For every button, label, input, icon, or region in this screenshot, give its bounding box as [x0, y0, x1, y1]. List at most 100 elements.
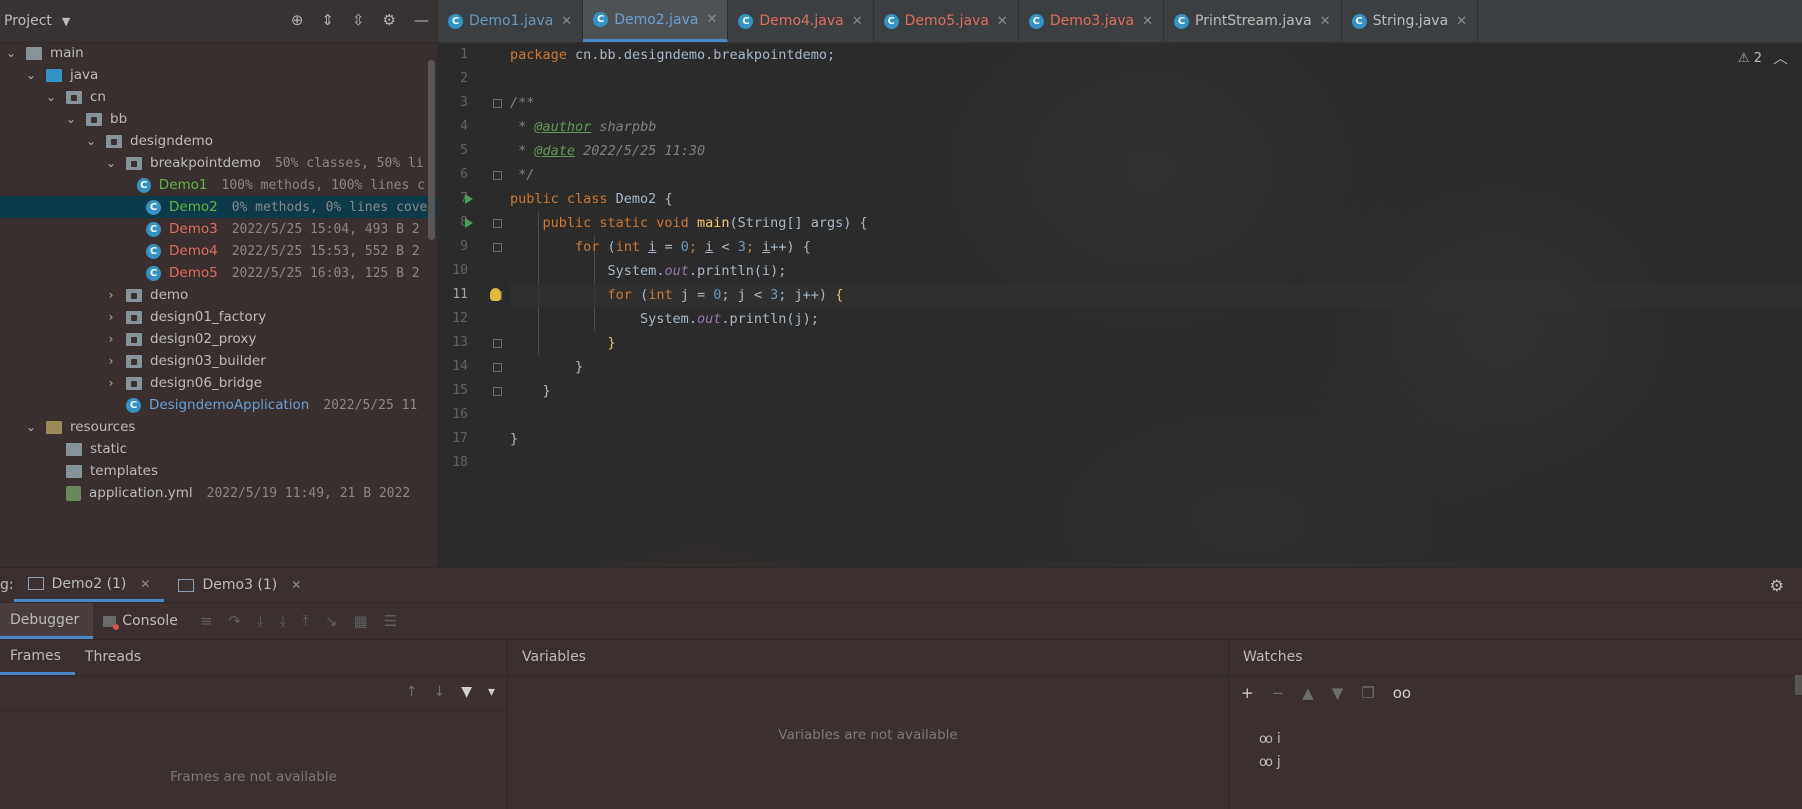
close-icon[interactable]: ✕: [997, 14, 1008, 29]
tab-demo2-java[interactable]: C Demo2.java ✕: [583, 0, 729, 42]
move-up-icon[interactable]: ▲: [1302, 684, 1314, 702]
tree-item-java[interactable]: ⌄ java: [0, 64, 425, 86]
close-icon[interactable]: ✕: [1142, 14, 1153, 29]
chevron-right-icon[interactable]: ›: [104, 332, 118, 346]
step-into-icon[interactable]: ⤓: [257, 612, 264, 630]
locate-icon[interactable]: ⊕: [291, 11, 304, 29]
step-over-icon[interactable]: ↷: [228, 612, 241, 630]
filter-icon[interactable]: ▼: [461, 684, 472, 700]
fold-marker-icon[interactable]: [493, 243, 502, 252]
tree-item-demo[interactable]: › demo: [0, 284, 425, 306]
tree-item-demo3[interactable]: C Demo3 2022/5/25 15:04, 493 B 2: [0, 218, 425, 240]
arrow-up-icon[interactable]: ↑: [406, 684, 418, 700]
project-title[interactable]: Project: [4, 13, 52, 29]
tree-item-static[interactable]: static: [0, 438, 425, 460]
code-editor[interactable]: ⚠ 2 ︿ 1 2 3 4 5 6 7 8 9 10 11 12 13 14 15 16 17 18 packag…: [438, 43, 1802, 563]
debug-session-tab[interactable]: Demo2 (1) ✕: [13, 568, 165, 602]
watch-item[interactable]: oo j: [1259, 750, 1281, 774]
arrow-down-icon[interactable]: ↓: [433, 684, 445, 700]
tree-item-designdemoapplication[interactable]: C DesigndemoApplication 2022/5/25 11: [0, 394, 425, 416]
tree-item-main[interactable]: ⌄ main: [0, 42, 425, 64]
fold-marker-icon[interactable]: [493, 171, 502, 180]
chevron-down-icon[interactable]: ⌄: [104, 156, 118, 170]
minimize-icon[interactable]: —: [414, 11, 429, 29]
tree-item-design02-proxy[interactable]: › design02_proxy: [0, 328, 425, 350]
chevron-down-icon[interactable]: ⌄: [24, 68, 38, 82]
watch-item[interactable]: oo i: [1259, 727, 1281, 751]
tree-item-design03-builder[interactable]: › design03_builder: [0, 350, 425, 372]
tree-scrollbar[interactable]: [428, 60, 435, 240]
menu-icon[interactable]: ≡: [200, 612, 213, 630]
tab-demo1-java[interactable]: C Demo1.java ✕: [438, 0, 584, 42]
close-icon[interactable]: ✕: [707, 12, 718, 27]
line-number[interactable]: 9: [460, 235, 468, 259]
close-icon[interactable]: ✕: [852, 14, 863, 29]
tab-demo3-java[interactable]: C Demo3.java ✕: [1019, 0, 1165, 42]
line-number[interactable]: 14: [452, 355, 468, 379]
close-icon[interactable]: ✕: [1456, 14, 1467, 29]
fold-marker-icon[interactable]: [493, 339, 502, 348]
chevron-down-icon[interactable]: ⌄: [44, 90, 58, 104]
line-number[interactable]: 16: [452, 403, 468, 427]
line-number[interactable]: 5: [460, 139, 468, 163]
line-number[interactable]: 13: [452, 331, 468, 355]
tree-item-demo5[interactable]: C Demo5 2022/5/25 16:03, 125 B 2: [0, 262, 425, 284]
tree-item-demo4[interactable]: C Demo4 2022/5/25 15:53, 552 B 2: [0, 240, 425, 262]
line-number[interactable]: 15: [452, 379, 468, 403]
chevron-down-icon[interactable]: ⌄: [84, 134, 98, 148]
chevron-right-icon[interactable]: ›: [104, 288, 118, 302]
tab-threads[interactable]: Threads: [75, 639, 155, 675]
line-number[interactable]: 6: [460, 163, 468, 187]
close-icon[interactable]: ✕: [561, 14, 572, 29]
close-icon[interactable]: ✕: [140, 577, 150, 591]
chevron-down-icon[interactable]: ▾: [488, 684, 495, 700]
close-icon[interactable]: ✕: [1320, 14, 1331, 29]
chevron-down-icon[interactable]: ▼: [62, 15, 70, 28]
close-icon[interactable]: ✕: [291, 578, 301, 592]
tree-item-designdemo[interactable]: ⌄ designdemo: [0, 130, 425, 152]
trace-icon[interactable]: ☰: [384, 612, 397, 630]
tree-item-application-yml[interactable]: application.yml 2022/5/19 11:49, 21 B 202…: [0, 482, 425, 504]
debug-session-tab[interactable]: Demo3 (1) ✕: [164, 568, 315, 602]
fold-marker-icon[interactable]: [493, 363, 502, 372]
line-number[interactable]: 18: [452, 451, 468, 475]
lightbulb-icon[interactable]: [490, 288, 501, 301]
chevron-down-icon[interactable]: ⌄: [24, 420, 38, 434]
line-number[interactable]: 1: [460, 43, 468, 67]
line-number[interactable]: 3: [460, 91, 468, 115]
tab-debugger[interactable]: Debugger: [0, 603, 94, 639]
chevron-down-icon[interactable]: ⌄: [64, 112, 78, 126]
gear-icon[interactable]: ⚙: [383, 11, 396, 29]
glasses-icon[interactable]: oo: [1393, 684, 1411, 702]
duplicate-icon[interactable]: ❐: [1361, 684, 1374, 702]
tree-item-design06-bridge[interactable]: › design06_bridge: [0, 372, 425, 394]
watches-scrollbar[interactable]: [1795, 675, 1802, 695]
tree-item-bb[interactable]: ⌄ bb: [0, 108, 425, 130]
fold-marker-icon[interactable]: [493, 219, 502, 228]
collapse-all-icon[interactable]: ⇳: [352, 11, 365, 29]
code-area[interactable]: package cn.bb.designdemo.breakpointdemo;…: [490, 43, 1802, 563]
run-to-cursor-icon[interactable]: ↘: [325, 612, 338, 630]
chevron-right-icon[interactable]: ›: [104, 376, 118, 390]
gear-icon[interactable]: ⚙: [1770, 576, 1784, 595]
line-number[interactable]: 10: [452, 259, 468, 283]
add-watch-icon[interactable]: +: [1241, 684, 1254, 702]
run-gutter-icon[interactable]: [465, 218, 473, 228]
line-number[interactable]: 4: [460, 115, 468, 139]
line-number[interactable]: 11: [452, 283, 468, 307]
tree-item-demo1[interactable]: C Demo1 100% methods, 100% lines c: [0, 174, 425, 196]
tree-item-design01-factory[interactable]: › design01_factory: [0, 306, 425, 328]
tab-string-java[interactable]: C String.java ✕: [1342, 0, 1479, 42]
move-down-icon[interactable]: ▼: [1332, 684, 1344, 702]
tab-demo4-java[interactable]: C Demo4.java ✕: [728, 0, 874, 42]
tab-frames[interactable]: Frames: [0, 639, 75, 675]
evaluate-icon[interactable]: ▦: [354, 612, 368, 630]
fold-marker-icon[interactable]: [493, 387, 502, 396]
chevron-right-icon[interactable]: ›: [104, 310, 118, 324]
tab-printstream-java[interactable]: C PrintStream.java ✕: [1164, 0, 1342, 42]
tree-item-cn[interactable]: ⌄ cn: [0, 86, 425, 108]
tree-item-templates[interactable]: templates: [0, 460, 425, 482]
fold-marker-icon[interactable]: [493, 99, 502, 108]
chevron-down-icon[interactable]: ⌄: [4, 46, 18, 60]
expand-all-icon[interactable]: ⇕: [321, 11, 334, 29]
